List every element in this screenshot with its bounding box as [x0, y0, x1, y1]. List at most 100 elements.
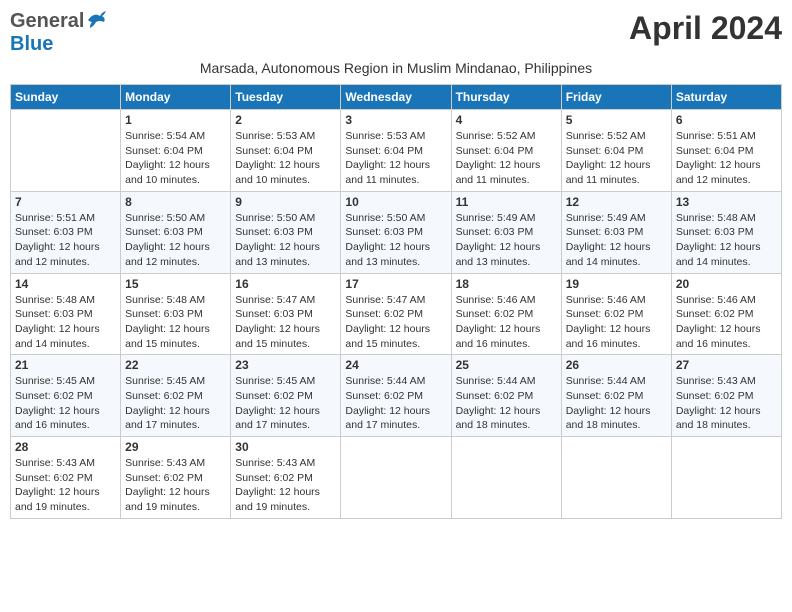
calendar-header-sunday: Sunday	[11, 85, 121, 110]
logo-bird-icon	[86, 10, 108, 33]
calendar-cell: 14Sunrise: 5:48 AMSunset: 6:03 PMDayligh…	[11, 273, 121, 355]
day-number: 5	[566, 113, 667, 127]
calendar-cell: 3 Sunrise: 5:53 AMSunset: 6:04 PMDaylight…	[341, 110, 451, 192]
day-info: Sunrise: 5:49 AMSunset: 6:03 PMDaylight:…	[566, 211, 667, 270]
day-number: 28	[15, 440, 116, 454]
day-number: 30	[235, 440, 336, 454]
day-info: Sunrise: 5:53 AMSunset: 6:04 PMDaylight:…	[235, 129, 336, 188]
day-info: Sunrise: 5:44 AMSunset: 6:02 PMDaylight:…	[456, 374, 557, 433]
calendar-cell: 24 Sunrise: 5:44 AMSunset: 6:02 PMDayligh…	[341, 355, 451, 437]
day-info: Sunrise: 5:46 AMSunset: 6:02 PMDaylight:…	[456, 293, 557, 352]
day-info: Sunrise: 5:53 AMSunset: 6:04 PMDaylight:…	[345, 129, 446, 188]
day-number: 26	[566, 358, 667, 372]
calendar-cell: 7 Sunrise: 5:51 AMSunset: 6:03 PMDaylight…	[11, 191, 121, 273]
calendar-cell: 22 Sunrise: 5:45 AMSunset: 6:02 PMDayligh…	[121, 355, 231, 437]
day-number: 20	[676, 277, 777, 291]
day-info: Sunrise: 5:43 AMSunset: 6:02 PMDaylight:…	[15, 456, 116, 515]
calendar-cell: 4 Sunrise: 5:52 AMSunset: 6:04 PMDaylight…	[451, 110, 561, 192]
calendar-cell: 26 Sunrise: 5:44 AMSunset: 6:02 PMDayligh…	[561, 355, 671, 437]
day-info: Sunrise: 5:51 AMSunset: 6:04 PMDaylight:…	[676, 129, 777, 188]
day-number: 14	[15, 277, 116, 291]
calendar-cell	[561, 437, 671, 519]
main-title: April 2024	[629, 10, 782, 47]
calendar-cell: 20 Sunrise: 5:46 AMSunset: 6:02 PMDayligh…	[671, 273, 781, 355]
day-number: 1	[125, 113, 226, 127]
calendar-header-tuesday: Tuesday	[231, 85, 341, 110]
calendar-week-3: 14 Sunrise: 5:48 AMSunset: 6:03 PMDayligh…	[11, 273, 782, 355]
day-info: Sunrise: 5:50 AMSunset: 6:03 PMDaylight:…	[345, 211, 446, 270]
calendar-cell: 17 Sunrise: 5:47 AMSunset: 6:02 PMDayligh…	[341, 273, 451, 355]
day-number: 9	[235, 195, 336, 209]
calendar-cell: 23Sunrise: 5:45 AMSunset: 6:02 PMDayligh…	[231, 355, 341, 437]
calendar-cell	[671, 437, 781, 519]
day-number: 13	[676, 195, 777, 209]
calendar-cell: 13Sunrise: 5:48 AMSunset: 6:03 PMDayligh…	[671, 191, 781, 273]
day-info: Sunrise: 5:45 AMSunset: 6:02 PMDaylight:…	[15, 374, 116, 433]
day-number: 10	[345, 195, 446, 209]
calendar-cell: 6 Sunrise: 5:51 AMSunset: 6:04 PMDaylight…	[671, 110, 781, 192]
calendar-cell: 1Sunrise: 5:54 AMSunset: 6:04 PMDaylight…	[121, 110, 231, 192]
day-number: 3	[345, 113, 446, 127]
page-header: General Blue April 2024	[10, 10, 782, 56]
calendar-header-row: SundayMondayTuesdayWednesdayThursdayFrid…	[11, 85, 782, 110]
day-info: Sunrise: 5:46 AMSunset: 6:02 PMDaylight:…	[676, 293, 777, 352]
calendar-cell: 25 Sunrise: 5:44 AMSunset: 6:02 PMDayligh…	[451, 355, 561, 437]
day-info: Sunrise: 5:47 AMSunset: 6:02 PMDaylight:…	[345, 293, 446, 352]
day-number: 7	[15, 195, 116, 209]
title-section: April 2024	[629, 10, 782, 47]
calendar-cell	[11, 110, 121, 192]
calendar-week-1: 1Sunrise: 5:54 AMSunset: 6:04 PMDaylight…	[11, 110, 782, 192]
day-info: Sunrise: 5:52 AMSunset: 6:04 PMDaylight:…	[456, 129, 557, 188]
calendar-week-5: 28 Sunrise: 5:43 AMSunset: 6:02 PMDayligh…	[11, 437, 782, 519]
calendar-cell: 5 Sunrise: 5:52 AMSunset: 6:04 PMDaylight…	[561, 110, 671, 192]
day-number: 8	[125, 195, 226, 209]
day-info: Sunrise: 5:50 AMSunset: 6:03 PMDaylight:…	[125, 211, 226, 270]
day-info: Sunrise: 5:45 AMSunset: 6:02 PMDaylight:…	[125, 374, 226, 433]
calendar-cell: 28 Sunrise: 5:43 AMSunset: 6:02 PMDayligh…	[11, 437, 121, 519]
day-number: 18	[456, 277, 557, 291]
day-number: 12	[566, 195, 667, 209]
day-info: Sunrise: 5:52 AMSunset: 6:04 PMDaylight:…	[566, 129, 667, 188]
day-info: Sunrise: 5:46 AMSunset: 6:02 PMDaylight:…	[566, 293, 667, 352]
calendar-cell	[341, 437, 451, 519]
day-number: 21	[15, 358, 116, 372]
calendar-cell: 18 Sunrise: 5:46 AMSunset: 6:02 PMDayligh…	[451, 273, 561, 355]
logo-blue: Blue	[10, 33, 53, 55]
calendar-cell: 15Sunrise: 5:48 AMSunset: 6:03 PMDayligh…	[121, 273, 231, 355]
calendar-week-2: 7 Sunrise: 5:51 AMSunset: 6:03 PMDaylight…	[11, 191, 782, 273]
calendar-table: SundayMondayTuesdayWednesdayThursdayFrid…	[10, 84, 782, 519]
calendar-cell: 16Sunrise: 5:47 AMSunset: 6:03 PMDayligh…	[231, 273, 341, 355]
day-info: Sunrise: 5:48 AMSunset: 6:03 PMDaylight:…	[125, 293, 226, 352]
calendar-cell: 10 Sunrise: 5:50 AMSunset: 6:03 PMDayligh…	[341, 191, 451, 273]
calendar-week-4: 21 Sunrise: 5:45 AMSunset: 6:02 PMDayligh…	[11, 355, 782, 437]
subtitle: Marsada, Autonomous Region in Muslim Min…	[10, 60, 782, 76]
day-info: Sunrise: 5:44 AMSunset: 6:02 PMDaylight:…	[566, 374, 667, 433]
calendar-header-thursday: Thursday	[451, 85, 561, 110]
calendar-header-saturday: Saturday	[671, 85, 781, 110]
calendar-header-friday: Friday	[561, 85, 671, 110]
day-number: 17	[345, 277, 446, 291]
day-number: 22	[125, 358, 226, 372]
calendar-cell: 27Sunrise: 5:43 AMSunset: 6:02 PMDayligh…	[671, 355, 781, 437]
logo: General Blue	[10, 10, 108, 56]
day-info: Sunrise: 5:51 AMSunset: 6:03 PMDaylight:…	[15, 211, 116, 270]
calendar-cell: 9Sunrise: 5:50 AMSunset: 6:03 PMDaylight…	[231, 191, 341, 273]
calendar-cell: 29Sunrise: 5:43 AMSunset: 6:02 PMDayligh…	[121, 437, 231, 519]
calendar-cell	[451, 437, 561, 519]
calendar-cell: 30Sunrise: 5:43 AMSunset: 6:02 PMDayligh…	[231, 437, 341, 519]
day-number: 4	[456, 113, 557, 127]
day-number: 2	[235, 113, 336, 127]
day-number: 19	[566, 277, 667, 291]
day-info: Sunrise: 5:43 AMSunset: 6:02 PMDaylight:…	[125, 456, 226, 515]
calendar-cell: 21 Sunrise: 5:45 AMSunset: 6:02 PMDayligh…	[11, 355, 121, 437]
day-number: 24	[345, 358, 446, 372]
calendar-header-monday: Monday	[121, 85, 231, 110]
day-number: 25	[456, 358, 557, 372]
day-info: Sunrise: 5:43 AMSunset: 6:02 PMDaylight:…	[676, 374, 777, 433]
day-number: 6	[676, 113, 777, 127]
calendar-cell: 8 Sunrise: 5:50 AMSunset: 6:03 PMDaylight…	[121, 191, 231, 273]
calendar-cell: 12 Sunrise: 5:49 AMSunset: 6:03 PMDayligh…	[561, 191, 671, 273]
calendar-cell: 19 Sunrise: 5:46 AMSunset: 6:02 PMDayligh…	[561, 273, 671, 355]
day-info: Sunrise: 5:44 AMSunset: 6:02 PMDaylight:…	[345, 374, 446, 433]
day-number: 16	[235, 277, 336, 291]
